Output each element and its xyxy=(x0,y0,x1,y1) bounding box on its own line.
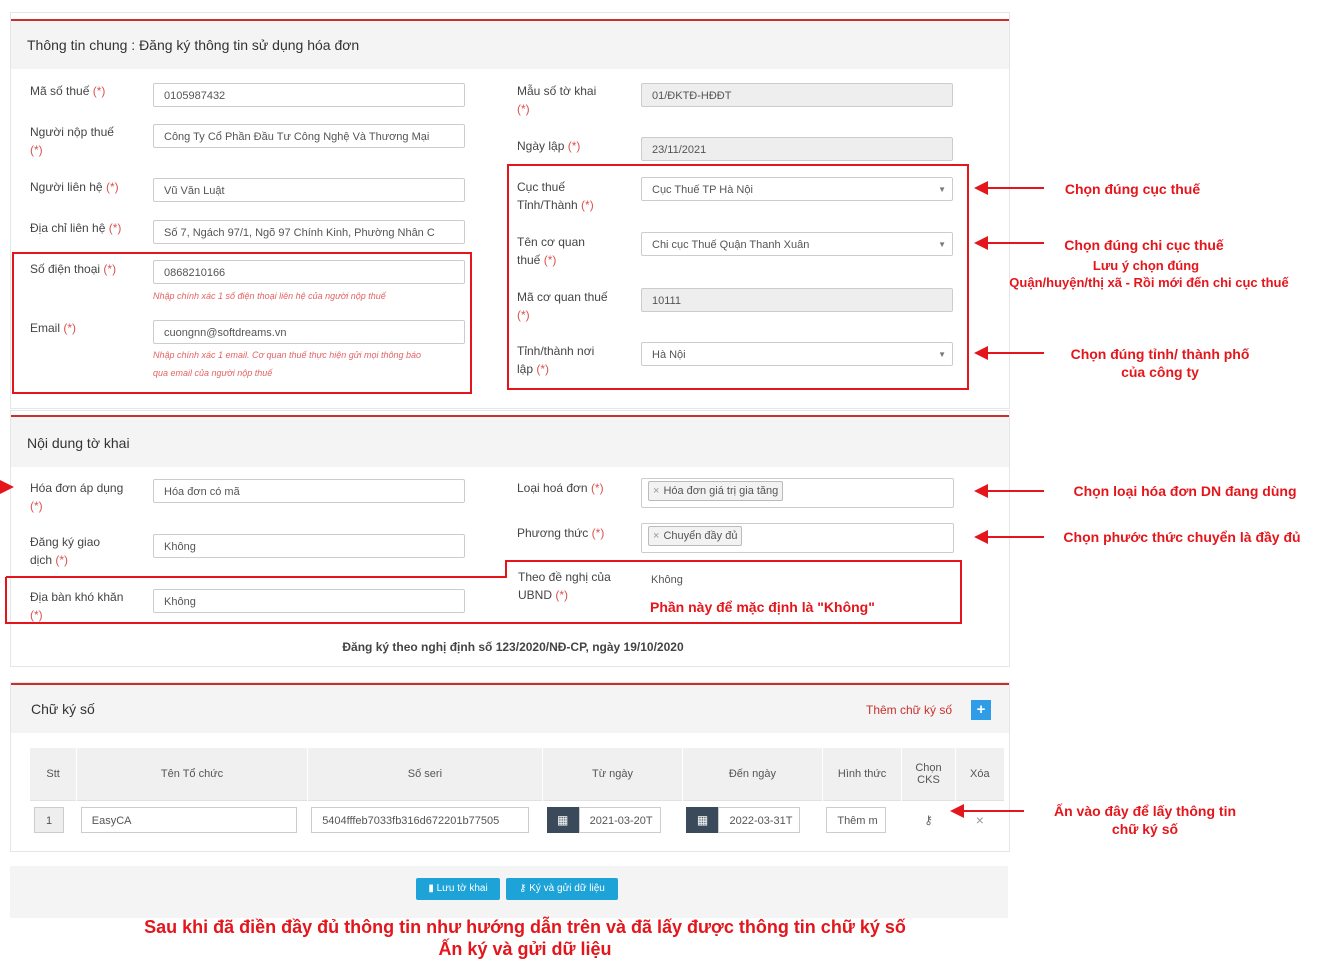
declaration-title: Nội dung tờ khai xyxy=(27,435,130,451)
annotation-tax-dept: Chọn đúng cục thuế xyxy=(1064,181,1201,197)
row-serial-input[interactable]: 5404fffeb7033fb316d672201b77505 xyxy=(311,807,530,833)
remove-tag-icon[interactable]: × xyxy=(653,530,659,542)
row-from-input[interactable]: 2021-03-20T xyxy=(578,807,661,833)
save-declaration-button[interactable]: ▮ Lưu tờ khai xyxy=(416,878,500,900)
method-select[interactable]: × Chuyển đầy đủ xyxy=(641,523,954,553)
invoice-apply-label: Hóa đơn áp dụng (*) xyxy=(30,481,124,513)
arrow-a1 xyxy=(974,181,1044,195)
row-org-input[interactable]: EasyCA xyxy=(80,807,297,833)
taxpayer-input[interactable]: Công Ty Cổ Phần Đầu Tư Công Nghệ Và Thươ… xyxy=(153,124,465,148)
form-number-label: Mẫu số tờ khai (*) xyxy=(517,84,597,116)
add-signature-link[interactable]: Thêm chữ ký số xyxy=(866,703,952,717)
general-info-header: Thông tin chung : Đăng ký thông tin sử d… xyxy=(11,19,1009,69)
row-to-input[interactable]: 2022-03-31T xyxy=(718,807,801,833)
annotation-default-no: Phần này để mặc định là "Không" xyxy=(650,599,875,615)
address-input[interactable]: Số 7, Ngách 97/1, Ngõ 97 Chính Kinh, Phư… xyxy=(153,220,465,244)
col-from: Từ ngày xyxy=(542,748,683,801)
key-icon[interactable]: ⚷ xyxy=(924,813,933,827)
date-input: 23/11/2021 xyxy=(641,137,953,161)
remove-tag-icon[interactable]: × xyxy=(653,485,659,497)
date-label: Ngày lập (*) xyxy=(517,139,581,153)
annotation-tax-branch: Chọn đúng chi cục thuế xyxy=(1064,237,1224,253)
taxpayer-label: Người nộp thuế (*) xyxy=(30,125,114,157)
annotation-tax-branch-note2: Quận/huyện/thị xã - Rồi mới đến chi cục … xyxy=(1009,275,1289,290)
annotation-province: Chọn đúng tỉnh/ thành phố xyxy=(1070,346,1250,362)
arrow-a5 xyxy=(974,530,1044,544)
calendar-icon[interactable]: ▦ xyxy=(546,807,579,833)
tax-code-label: Mã số thuế (*) xyxy=(30,84,106,98)
method-label: Phương thức (*) xyxy=(517,526,605,540)
annotation-province-2: của công ty xyxy=(1121,364,1199,380)
key-icon: ⚷ xyxy=(519,883,527,894)
arrow-a4 xyxy=(974,484,1044,498)
invoice-apply-input[interactable]: Hóa đơn có mã xyxy=(153,479,465,503)
row-form-input[interactable]: Thêm m xyxy=(826,807,887,833)
invoice-type-select[interactable]: × Hóa đơn giá trị gia tăng xyxy=(641,478,954,508)
contact-person-input[interactable]: Vũ Văn Luật xyxy=(153,178,465,202)
col-delete: Xóa xyxy=(955,748,1006,801)
default-highlight-box xyxy=(5,560,962,624)
delete-icon[interactable]: × xyxy=(976,812,984,828)
annotation-bottom-1: Sau khi đã điền đầy đủ thông tin như hướ… xyxy=(144,917,906,937)
contact-person-label: Người liên hệ (*) xyxy=(30,180,119,194)
tax-dept-highlight-box xyxy=(507,164,969,390)
decree-note: Đăng ký theo nghị định số 123/2020/NĐ-CP… xyxy=(342,640,684,654)
address-label: Địa chỉ liên hệ (*) xyxy=(30,221,122,235)
calendar-icon[interactable]: ▦ xyxy=(686,807,719,833)
col-stt: Stt xyxy=(30,748,78,801)
annotation-method: Chọn phước thức chuyển là đầy đủ xyxy=(1063,529,1301,545)
annotation-tax-branch-note1: Lưu ý chọn đúng xyxy=(1092,258,1200,273)
form-number-input: 01/ĐKTĐ-HĐĐT xyxy=(641,83,953,107)
col-to: Đến ngày xyxy=(682,748,823,801)
add-signature-button[interactable]: + xyxy=(971,700,991,720)
signature-header: Chữ ký số Thêm chữ ký số + xyxy=(11,683,1009,733)
left-edge-arrow xyxy=(0,480,14,494)
signature-table: Stt Tên Tổ chức Số seri Từ ngày Đến ngày… xyxy=(30,748,1006,839)
declaration-header: Nội dung tờ khai xyxy=(11,415,1009,467)
general-info-title: Thông tin chung : Đăng ký thông tin sử d… xyxy=(27,37,360,53)
tax-code-input[interactable]: 0105987432 xyxy=(153,83,465,107)
sign-send-button[interactable]: ⚷ Ký và gửi dữ liệu xyxy=(506,878,618,900)
method-tag[interactable]: × Chuyển đầy đủ xyxy=(648,526,743,546)
arrow-a3 xyxy=(974,346,1044,360)
table-row: 1 EasyCA 5404fffeb7033fb316d672201b77505… xyxy=(30,800,1005,839)
annotation-signature-2: chữ ký số xyxy=(1111,821,1179,837)
row-stt: 1 xyxy=(34,807,64,833)
annotation-bottom-2: Ấn ký và gửi dữ liệu xyxy=(438,939,612,959)
col-form: Hình thức xyxy=(822,748,903,801)
col-org: Tên Tổ chức xyxy=(76,748,308,801)
annotation-signature: Ấn vào đây để lấy thông tin xyxy=(1053,803,1237,819)
annotation-invoice-type: Chọn loại hóa đơn DN đang dùng xyxy=(1073,483,1297,499)
col-select: Chọn CKS xyxy=(901,748,956,801)
arrow-a2 xyxy=(974,236,1044,250)
arrow-a7 xyxy=(950,804,1024,818)
col-serial: Số seri xyxy=(307,748,544,801)
signature-table-header: Stt Tên Tổ chức Số seri Từ ngày Đến ngày… xyxy=(30,748,1006,801)
signature-title: Chữ ký số xyxy=(31,701,95,717)
invoice-type-label: Loại hoá đơn (*) xyxy=(517,481,604,495)
invoice-type-tag[interactable]: × Hóa đơn giá trị gia tăng xyxy=(648,481,784,501)
contact-highlight-box xyxy=(12,252,472,394)
